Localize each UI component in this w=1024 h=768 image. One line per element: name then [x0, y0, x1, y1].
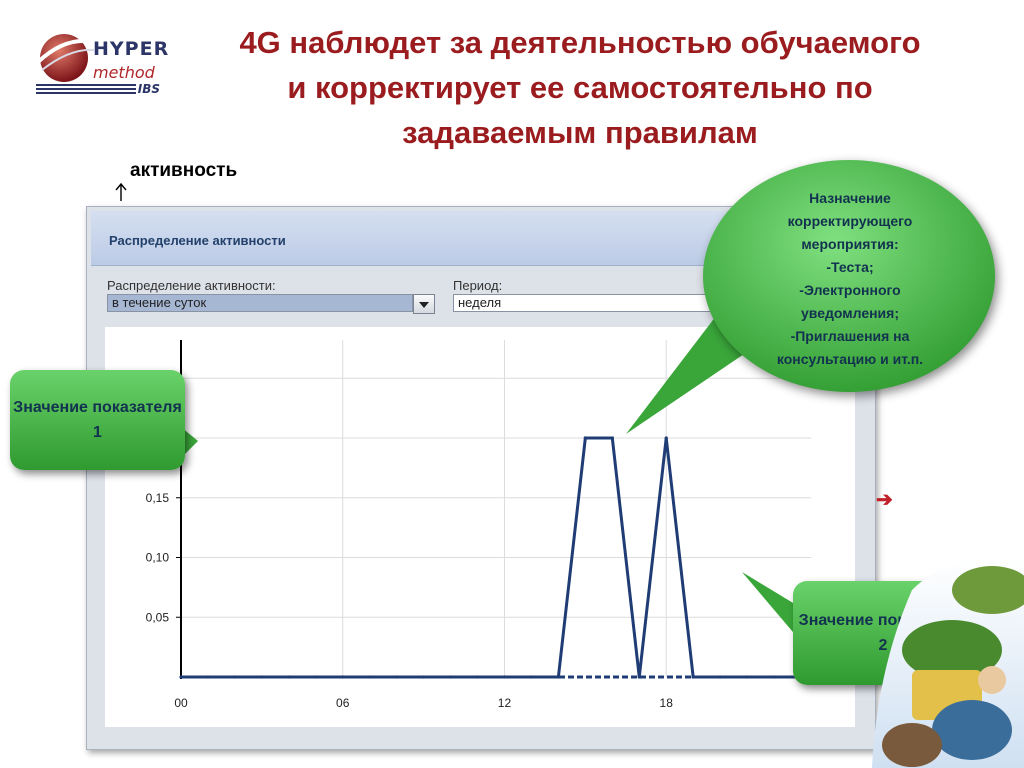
- bubble-line: -Приглашения на: [790, 328, 910, 344]
- data-point: [448, 675, 453, 679]
- y-tick-label: 0,10: [146, 551, 170, 565]
- bubble-line: корректирующего: [787, 213, 913, 229]
- chart-grid: [180, 340, 811, 677]
- data-point: [637, 675, 641, 679]
- data-point: [233, 675, 237, 679]
- data-point: [368, 675, 372, 679]
- data-point: [502, 675, 507, 679]
- data-point: [772, 675, 776, 679]
- data-point: [206, 675, 210, 679]
- data-point: [691, 675, 695, 679]
- bubble-line: уведомления;: [801, 305, 899, 321]
- x-tick-label: 00: [174, 696, 188, 710]
- data-point: [314, 675, 318, 679]
- bubble-line: консультацию и ит.п.: [776, 351, 924, 367]
- data-point: [556, 675, 560, 679]
- red-arrow-icon: ➔: [876, 489, 893, 511]
- bubble-line: мероприятия:: [801, 236, 899, 252]
- data-point: [475, 675, 480, 679]
- data-point: [610, 436, 614, 440]
- data-point: [287, 675, 291, 679]
- decorative-photo: [872, 558, 1024, 768]
- data-point: [395, 675, 399, 679]
- y-tick-label: 0,05: [146, 610, 170, 624]
- data-point: [745, 675, 749, 679]
- data-point: [422, 675, 426, 679]
- indicator1-text: Значение показателя 1: [13, 399, 182, 441]
- x-tick-label: 18: [660, 696, 674, 710]
- chart-axes: [180, 340, 811, 679]
- data-point: [664, 436, 668, 440]
- bubble-line: -Теста;: [826, 259, 874, 275]
- bubble-line: Назначение: [809, 190, 891, 206]
- data-point: [529, 675, 534, 679]
- x-tick-label: 06: [336, 696, 350, 710]
- data-point: [718, 675, 722, 679]
- x-tick-label: 12: [498, 696, 512, 710]
- indicator1-callout: Значение показателя 1: [10, 370, 185, 470]
- data-point: [341, 675, 345, 679]
- bubble-line: -Электронного: [799, 282, 901, 298]
- speech-bubble-text: Назначение корректирующего мероприятия: …: [740, 187, 960, 371]
- data-point: [260, 675, 264, 679]
- data-point: [179, 675, 183, 679]
- y-tick-label: 0,15: [146, 491, 170, 505]
- data-point: [583, 436, 587, 440]
